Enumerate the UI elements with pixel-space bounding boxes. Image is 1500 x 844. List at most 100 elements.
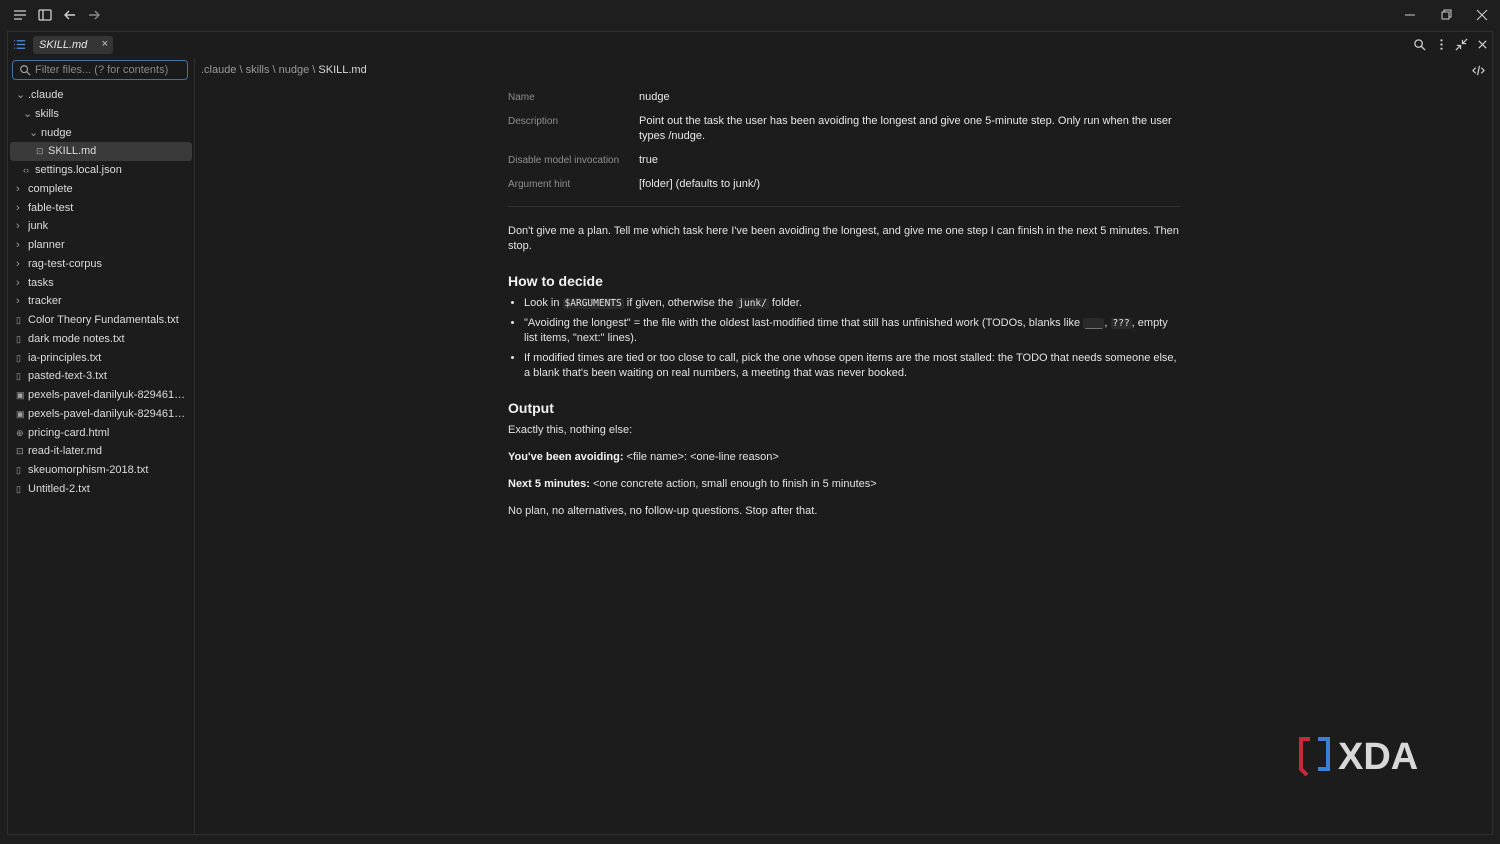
file-item[interactable]: ⊕ pricing-card.html: [10, 424, 192, 443]
markdown-preview: Name nudge Description Point out the tas…: [508, 90, 1180, 531]
tree-item-label: read-it-later.md: [28, 445, 102, 458]
tree-item-label: pexels-pavel-danilyuk-8294615...: [28, 407, 188, 420]
minimize-icon[interactable]: [1402, 7, 1418, 23]
html-file-icon: ⊕: [16, 427, 24, 438]
search-icon: [19, 64, 31, 76]
property-value[interactable]: [folder] (defaults to junk/): [639, 177, 760, 192]
forward-arrow-icon[interactable]: [86, 7, 102, 23]
folder-item[interactable]: › planner: [10, 236, 192, 255]
inline-code: $ARGUMENTS: [562, 298, 624, 309]
inline-code: ???: [1110, 318, 1132, 329]
folder-item[interactable]: › complete: [10, 180, 192, 199]
tree-item-label: pricing-card.html: [28, 426, 110, 439]
tree-item-label: planner: [28, 239, 65, 251]
collapse-icon[interactable]: [1455, 38, 1468, 51]
tree-item-label: Color Theory Fundamentals.txt: [28, 314, 179, 326]
image-file-icon: ▣: [16, 408, 25, 419]
tree-item-label: SKILL.md: [48, 145, 97, 158]
folder-item[interactable]: ⌄ .claude: [10, 86, 192, 105]
search-icon[interactable]: [1413, 38, 1426, 51]
tree-item-label: skeuomorphism-2018.txt: [28, 464, 149, 476]
editor-pane: .claude \ skills \ nudge \ SKILL.md Name…: [195, 58, 1492, 834]
output-line-avoiding: You've been avoiding: <file name>: <one-…: [508, 451, 779, 463]
list-item: "Avoiding the longest" = the file with t…: [524, 316, 1180, 346]
tree-item-label: ia-principles.txt: [28, 351, 102, 364]
close-pane-icon[interactable]: [1476, 38, 1489, 51]
property-value[interactable]: true: [639, 153, 658, 168]
sidebar-toggle-icon[interactable]: [37, 7, 53, 23]
tree-item-label: complete: [28, 182, 73, 195]
file-item[interactable]: ▯ skeuomorphism-2018.txt: [10, 461, 192, 480]
outline-list-icon[interactable]: [13, 38, 26, 51]
property-value[interactable]: nudge: [639, 90, 670, 105]
file-item[interactable]: ▣ pexels-pavel-danilyuk-8294615...: [10, 386, 192, 405]
file-item[interactable]: ⊡ SKILL.md: [10, 142, 192, 161]
file-item[interactable]: ▯ dark mode notes.txt: [10, 330, 192, 349]
frontmatter-properties: Name nudge Description Point out the tas…: [508, 90, 1180, 192]
folder-item[interactable]: › rag-test-corpus: [10, 255, 192, 274]
title-bar: [0, 0, 1500, 30]
tab-bar: SKILL.md ×: [8, 32, 1492, 58]
menu-icon[interactable]: [12, 7, 28, 23]
file-item[interactable]: ▯ Color Theory Fundamentals.txt: [10, 311, 192, 330]
file-icon: ▯: [16, 371, 21, 382]
folder-item[interactable]: ⌄ skills: [10, 105, 192, 124]
file-item[interactable]: ▯ pasted-text-3.txt: [10, 367, 192, 386]
heading-output: Output: [508, 400, 554, 416]
file-icon: ▯: [16, 315, 21, 325]
property-key: Argument hint: [508, 179, 571, 190]
file-icon: ▯: [16, 483, 21, 494]
chevron-down-icon: ⌄: [23, 107, 33, 120]
tab-label: SKILL.md: [39, 39, 88, 51]
file-filter-box[interactable]: [12, 60, 188, 80]
breadcrumb-path[interactable]: .claude \ skills \ nudge \: [201, 64, 318, 76]
property-value[interactable]: Point out the task the user has been avo…: [639, 114, 1180, 144]
close-window-icon[interactable]: [1474, 7, 1490, 23]
source-code-toggle-icon[interactable]: [1472, 64, 1485, 77]
folder-item[interactable]: › junk: [10, 217, 192, 236]
tree-item-label: Untitled-2.txt: [28, 482, 90, 495]
tree-item-label: fable-test: [28, 201, 74, 214]
chevron-right-icon: ›: [16, 220, 20, 233]
chevron-down-icon: ⌄: [16, 89, 26, 101]
folder-item[interactable]: ⌄ nudge: [10, 124, 192, 143]
chevron-right-icon: ›: [16, 276, 20, 289]
chevron-right-icon: ›: [16, 257, 20, 270]
tab-skill-md[interactable]: SKILL.md ×: [33, 36, 113, 54]
divider: [508, 206, 1180, 207]
back-arrow-icon[interactable]: [62, 7, 78, 23]
inline-code: ___: [1083, 318, 1105, 329]
markdown-file-icon: ⊡: [36, 146, 44, 157]
file-filter-input[interactable]: [35, 63, 183, 77]
breadcrumb: .claude \ skills \ nudge \ SKILL.md: [201, 64, 367, 76]
folder-item[interactable]: › tasks: [10, 274, 192, 293]
file-item[interactable]: ▯ ia-principles.txt: [10, 349, 192, 368]
property-row: Description Point out the task the user …: [508, 114, 1180, 144]
logo-text: XDA: [1338, 736, 1418, 778]
file-item[interactable]: ‹› settings.local.json: [10, 161, 192, 180]
tab-close-icon[interactable]: ×: [102, 38, 108, 50]
file-tree: ⌄ .claude ⌄ skills ⌄ nudge ⊡ SKILL.md ‹› settings…: [10, 86, 192, 499]
chevron-right-icon: ›: [16, 182, 20, 195]
property-row: Argument hint [folder] (defaults to junk…: [508, 177, 1180, 192]
tree-item-label: skills: [35, 107, 59, 120]
file-item[interactable]: ▯ Untitled-2.txt: [10, 480, 192, 499]
list-item: If modified times are tied or too close …: [524, 351, 1180, 381]
app-window: SKILL.md × ⌄.claude⌄skills⌄nudge⊡SKILL.m…: [7, 31, 1493, 835]
file-item[interactable]: ▣ pexels-pavel-danilyuk-8294615...: [10, 405, 192, 424]
json-file-icon: ‹›: [23, 165, 29, 175]
file-sidebar: ⌄.claude⌄skills⌄nudge⊡SKILL.md‹›settings…: [8, 58, 195, 834]
file-item[interactable]: ⊡ read-it-later.md: [10, 442, 192, 461]
restore-icon[interactable]: [1438, 7, 1454, 23]
file-icon: ▯: [16, 333, 21, 344]
tree-item-label: rag-test-corpus: [28, 257, 102, 270]
tree-item-label: .claude: [28, 89, 64, 101]
folder-item[interactable]: › fable-test: [10, 199, 192, 218]
file-icon: ▯: [16, 352, 21, 363]
more-options-icon[interactable]: [1435, 38, 1448, 51]
folder-item[interactable]: › tracker: [10, 292, 192, 311]
chevron-right-icon: ›: [16, 201, 20, 214]
image-file-icon: ▣: [16, 390, 25, 400]
chevron-right-icon: ›: [16, 239, 20, 251]
heading-how-to-decide: How to decide: [508, 273, 603, 289]
